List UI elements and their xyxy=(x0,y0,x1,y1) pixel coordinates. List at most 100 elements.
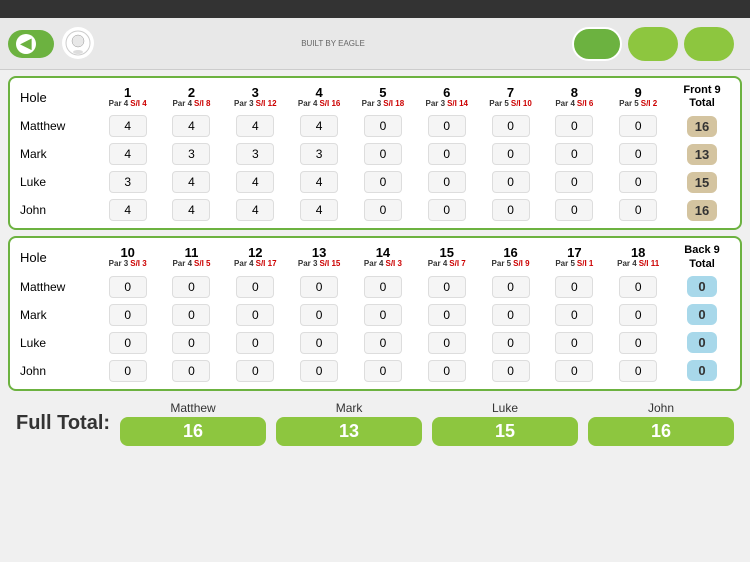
score-cell-mark-6[interactable]: 0 xyxy=(415,140,479,168)
score-cell-matthew-9[interactable]: 0 xyxy=(606,273,670,301)
net-button[interactable] xyxy=(628,27,678,61)
score-cell-luke-4[interactable]: 0 xyxy=(287,329,351,357)
score-cell-mark-8[interactable]: 0 xyxy=(542,140,606,168)
score-cell-mark-7[interactable]: 0 xyxy=(479,301,543,329)
score-cell-john-6[interactable]: 0 xyxy=(415,357,479,385)
player-name-john: John xyxy=(16,196,96,224)
score-cell-matthew-9[interactable]: 0 xyxy=(606,112,670,140)
score-cell-luke-8[interactable]: 0 xyxy=(542,168,606,196)
player-name-luke: Luke xyxy=(16,329,96,357)
back-button[interactable]: ◀ xyxy=(8,30,54,58)
score-cell-mark-9[interactable]: 0 xyxy=(606,140,670,168)
score-cell-mark-2[interactable]: 3 xyxy=(160,140,224,168)
score-cell-john-7[interactable]: 0 xyxy=(479,357,543,385)
score-cell-luke-2[interactable]: 4 xyxy=(160,168,224,196)
player-total-value-matthew: 16 xyxy=(120,417,266,446)
score-cell-matthew-4[interactable]: 0 xyxy=(287,273,351,301)
score-cell-matthew-2[interactable]: 0 xyxy=(160,273,224,301)
hole-7-header: 7 Par 5 S/I 10 xyxy=(479,82,543,112)
score-cell-mark-5[interactable]: 0 xyxy=(351,301,415,329)
player-name-mark: Mark xyxy=(16,140,96,168)
score-cell-matthew-7[interactable]: 0 xyxy=(479,273,543,301)
score-cell-mark-9[interactable]: 0 xyxy=(606,301,670,329)
gross-button[interactable] xyxy=(572,27,622,61)
table-row: Matthew44440000016 xyxy=(16,112,734,140)
stable-button[interactable] xyxy=(684,27,734,61)
total-cell-luke: 0 xyxy=(670,329,734,357)
score-cell-matthew-8[interactable]: 0 xyxy=(542,112,606,140)
score-cell-matthew-8[interactable]: 0 xyxy=(542,273,606,301)
score-cell-matthew-6[interactable]: 0 xyxy=(415,112,479,140)
hole-11-header: 11 Par 4 S/I 5 xyxy=(160,242,224,272)
score-cell-john-8[interactable]: 0 xyxy=(542,196,606,224)
score-cell-john-9[interactable]: 0 xyxy=(606,196,670,224)
total-cell-matthew: 16 xyxy=(670,112,734,140)
score-cell-luke-3[interactable]: 0 xyxy=(223,329,287,357)
score-cell-mark-2[interactable]: 0 xyxy=(160,301,224,329)
score-cell-matthew-6[interactable]: 0 xyxy=(415,273,479,301)
score-cell-john-1[interactable]: 0 xyxy=(96,357,160,385)
score-cell-john-3[interactable]: 4 xyxy=(223,196,287,224)
score-cell-matthew-5[interactable]: 0 xyxy=(351,273,415,301)
hole-5-header: 5 Par 3 S/I 18 xyxy=(351,82,415,112)
score-cell-mark-8[interactable]: 0 xyxy=(542,301,606,329)
score-cell-john-2[interactable]: 0 xyxy=(160,357,224,385)
score-cell-luke-7[interactable]: 0 xyxy=(479,168,543,196)
score-cell-john-5[interactable]: 0 xyxy=(351,357,415,385)
score-cell-mark-3[interactable]: 0 xyxy=(223,301,287,329)
score-cell-john-7[interactable]: 0 xyxy=(479,196,543,224)
score-cell-john-4[interactable]: 0 xyxy=(287,357,351,385)
score-cell-mark-4[interactable]: 0 xyxy=(287,301,351,329)
score-cell-mark-5[interactable]: 0 xyxy=(351,140,415,168)
score-cell-matthew-2[interactable]: 4 xyxy=(160,112,224,140)
score-cell-john-5[interactable]: 0 xyxy=(351,196,415,224)
score-cell-luke-9[interactable]: 0 xyxy=(606,168,670,196)
score-cell-luke-9[interactable]: 0 xyxy=(606,329,670,357)
score-cell-matthew-4[interactable]: 4 xyxy=(287,112,351,140)
score-cell-luke-5[interactable]: 0 xyxy=(351,329,415,357)
score-cell-luke-1[interactable]: 3 xyxy=(96,168,160,196)
score-cell-matthew-5[interactable]: 0 xyxy=(351,112,415,140)
score-cell-luke-5[interactable]: 0 xyxy=(351,168,415,196)
score-cell-mark-1[interactable]: 0 xyxy=(96,301,160,329)
hole-12-header: 12 Par 4 S/I 17 xyxy=(223,242,287,272)
score-cell-matthew-1[interactable]: 4 xyxy=(96,112,160,140)
table-row: Mark43330000013 xyxy=(16,140,734,168)
total-cell-mark: 13 xyxy=(670,140,734,168)
full-total-block-luke: Luke 15 xyxy=(432,401,578,446)
score-cell-john-8[interactable]: 0 xyxy=(542,357,606,385)
score-cell-matthew-1[interactable]: 0 xyxy=(96,273,160,301)
score-cell-luke-1[interactable]: 0 xyxy=(96,329,160,357)
score-cell-mark-3[interactable]: 3 xyxy=(223,140,287,168)
score-cell-luke-6[interactable]: 0 xyxy=(415,329,479,357)
score-type-buttons xyxy=(572,27,734,61)
total-cell-luke: 15 xyxy=(670,168,734,196)
score-cell-luke-2[interactable]: 0 xyxy=(160,329,224,357)
score-cell-mark-6[interactable]: 0 xyxy=(415,301,479,329)
total-cell-john: 0 xyxy=(670,357,734,385)
score-cell-john-1[interactable]: 4 xyxy=(96,196,160,224)
score-cell-luke-8[interactable]: 0 xyxy=(542,329,606,357)
score-cell-john-2[interactable]: 4 xyxy=(160,196,224,224)
score-cell-luke-7[interactable]: 0 xyxy=(479,329,543,357)
back-arrow-icon: ◀ xyxy=(16,34,36,54)
score-cell-john-9[interactable]: 0 xyxy=(606,357,670,385)
score-cell-john-4[interactable]: 4 xyxy=(287,196,351,224)
table-row: Luke34440000015 xyxy=(16,168,734,196)
player-name-luke: Luke xyxy=(16,168,96,196)
table-row: Mark0000000000 xyxy=(16,301,734,329)
score-cell-john-3[interactable]: 0 xyxy=(223,357,287,385)
score-cell-luke-3[interactable]: 4 xyxy=(223,168,287,196)
score-cell-mark-4[interactable]: 3 xyxy=(287,140,351,168)
total-cell-matthew: 0 xyxy=(670,273,734,301)
company-info: BUILT BY EAGLE xyxy=(102,39,564,48)
score-cell-mark-1[interactable]: 4 xyxy=(96,140,160,168)
score-cell-luke-6[interactable]: 0 xyxy=(415,168,479,196)
score-cell-mark-7[interactable]: 0 xyxy=(479,140,543,168)
score-cell-john-6[interactable]: 0 xyxy=(415,196,479,224)
score-cell-matthew-3[interactable]: 4 xyxy=(223,112,287,140)
score-cell-luke-4[interactable]: 4 xyxy=(287,168,351,196)
score-cell-matthew-3[interactable]: 0 xyxy=(223,273,287,301)
hole-13-header: 13 Par 3 S/I 15 xyxy=(287,242,351,272)
score-cell-matthew-7[interactable]: 0 xyxy=(479,112,543,140)
